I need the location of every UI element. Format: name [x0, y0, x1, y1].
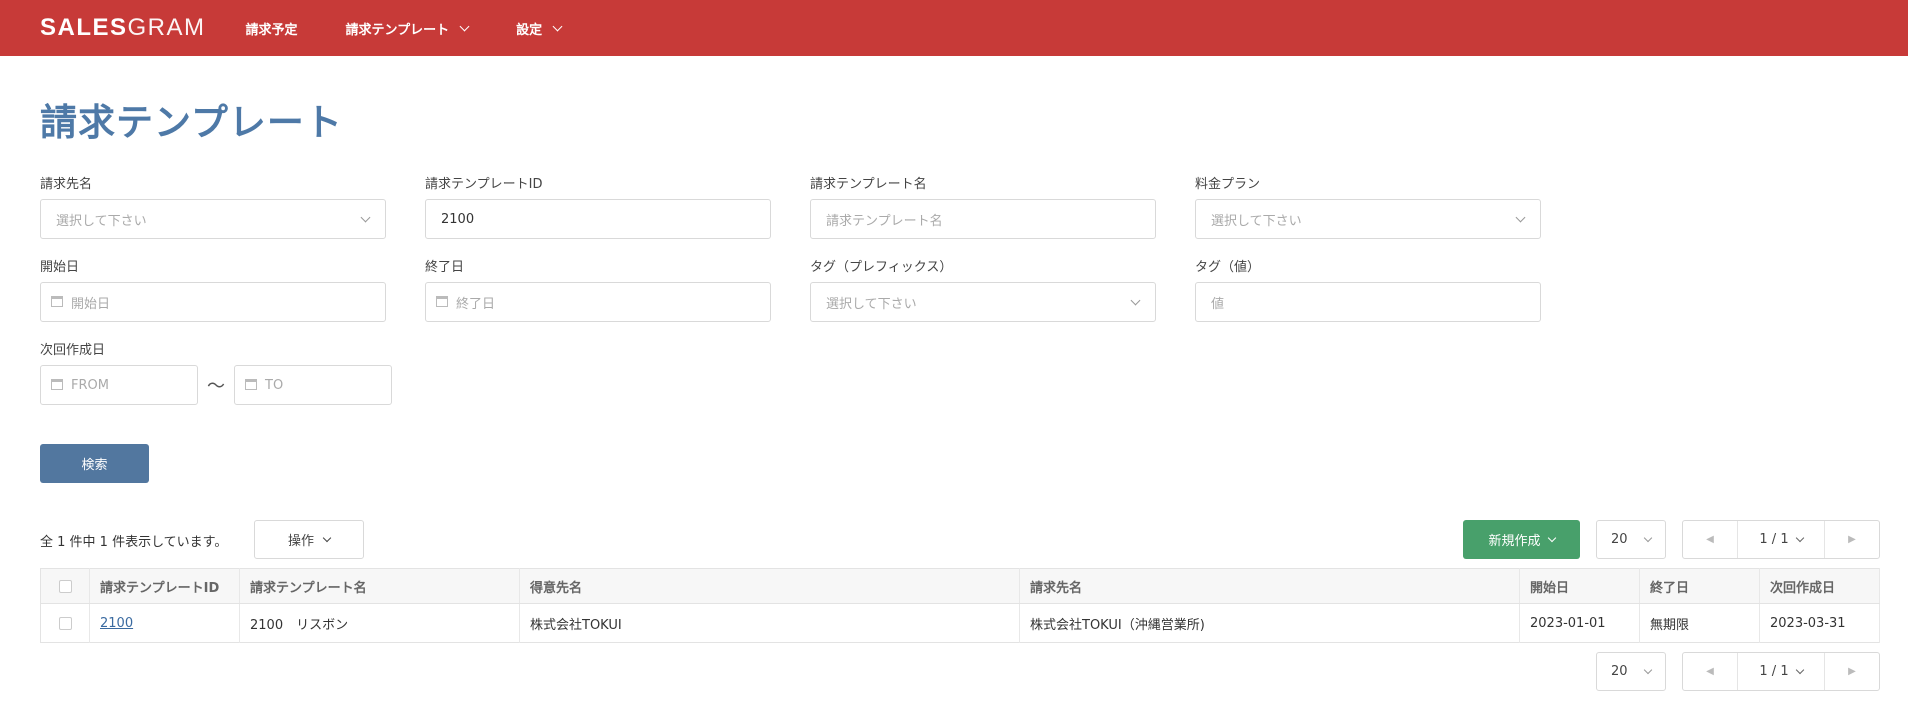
col-end-date[interactable]: 終了日: [1639, 568, 1760, 604]
tag-prefix-select[interactable]: 選択して下さい: [810, 282, 1156, 322]
col-next-date[interactable]: 次回作成日: [1759, 568, 1880, 604]
plan-label: 料金プラン: [1195, 177, 1261, 192]
salesgram-logo[interactable]: SALES GRAM: [40, 14, 206, 42]
select-all-cell: [40, 568, 90, 604]
end-date-input[interactable]: 終了日: [425, 282, 771, 322]
next-date-range: FROM 〜 TO: [40, 365, 392, 405]
chevron-down-icon: [459, 21, 470, 31]
chevron-down-icon: [552, 21, 563, 31]
template-id-link[interactable]: 2100: [100, 616, 133, 631]
select-all-checkbox[interactable]: [58, 579, 72, 593]
nav-settings-label: 設定: [516, 22, 543, 38]
per-page-value: 20: [1611, 664, 1628, 679]
row-checkbox[interactable]: [58, 616, 72, 630]
chevron-down-icon: [1643, 665, 1653, 675]
range-separator: 〜: [207, 376, 225, 397]
tag-value-label: タグ（値）: [1195, 260, 1261, 275]
template-id-value: 2100: [441, 211, 475, 227]
caret-right-icon[interactable]: ▶: [1825, 653, 1879, 690]
next-date-label: 次回作成日: [40, 343, 106, 358]
billing-to-label: 請求先名: [40, 177, 93, 192]
page-display: 1 / 1: [1759, 532, 1789, 547]
plan-select[interactable]: 選択して下さい: [1195, 199, 1541, 239]
search-button[interactable]: 検索: [40, 444, 149, 483]
caret-left-icon[interactable]: ◀: [1683, 653, 1737, 690]
cell-end-date: 無期限: [1639, 603, 1760, 643]
chevron-down-icon: [322, 533, 332, 542]
tag-value-input[interactable]: 値: [1195, 282, 1541, 322]
create-new-label: 新規作成: [1488, 534, 1541, 549]
nav-billing-template-label: 請求テンプレート: [345, 22, 450, 38]
per-page-select-bottom[interactable]: 20: [1596, 652, 1666, 691]
start-date-label: 開始日: [40, 260, 80, 275]
result-count: 全 1 件中 1 件表示しています。: [40, 535, 228, 550]
cell-template-name: 2100 リスボン: [239, 603, 520, 643]
calendar-icon: [51, 295, 63, 307]
create-new-button[interactable]: 新規作成: [1463, 520, 1580, 559]
calendar-icon: [51, 378, 63, 390]
chevron-down-icon: [1795, 533, 1804, 542]
calendar-icon: [436, 295, 448, 307]
start-date-placeholder: 開始日: [71, 296, 111, 312]
row-select-cell: [40, 603, 90, 643]
chevron-down-icon: [1643, 533, 1653, 543]
template-id-label: 請求テンプレートID: [425, 177, 543, 192]
chevron-down-icon: [1130, 295, 1141, 306]
col-template-id[interactable]: 請求テンプレートID: [89, 568, 240, 604]
billing-to-placeholder: 選択して下さい: [56, 213, 147, 229]
plan-placeholder: 選択して下さい: [1211, 213, 1302, 229]
template-name-placeholder: 請求テンプレート名: [826, 213, 943, 229]
start-date-input[interactable]: 開始日: [40, 282, 386, 322]
tag-value-placeholder: 値: [1211, 296, 1225, 312]
per-page-value: 20: [1611, 532, 1628, 547]
next-date-from-placeholder: FROM: [71, 377, 109, 393]
caret-left-icon[interactable]: ◀: [1683, 521, 1737, 558]
cell-start-date: 2023-01-01: [1519, 603, 1640, 643]
template-id-input[interactable]: 2100: [425, 199, 771, 239]
next-date-to-placeholder: TO: [265, 377, 284, 393]
nav-billing-template[interactable]: 請求テンプレート: [345, 19, 470, 38]
cell-billing-to: 株式会社TOKUI（沖縄営業所): [1019, 603, 1520, 643]
template-name-label: 請求テンプレート名: [810, 177, 927, 192]
top-navbar: SALES GRAM 請求予定 請求テンプレート 設定: [0, 0, 1908, 56]
next-date-from-input[interactable]: FROM: [40, 365, 198, 405]
tag-prefix-placeholder: 選択して下さい: [826, 296, 917, 312]
col-billing-to[interactable]: 請求先名: [1019, 568, 1520, 604]
template-name-input[interactable]: 請求テンプレート名: [810, 199, 1156, 239]
chevron-down-icon: [360, 212, 371, 223]
billing-to-select[interactable]: 選択して下さい: [40, 199, 386, 239]
page-select[interactable]: 1 / 1: [1737, 521, 1825, 558]
table-header-row: 請求テンプレートID 請求テンプレート名 得意先名 請求先名 開始日 終了日 次…: [40, 568, 1880, 604]
main-nav: 請求予定 請求テンプレート 設定: [246, 19, 610, 38]
cell-customer: 株式会社TOKUI: [519, 603, 1020, 643]
operations-label: 操作: [287, 534, 314, 549]
per-page-select-top[interactable]: 20: [1596, 520, 1666, 559]
cell-template-id: 2100: [89, 603, 240, 643]
page-title: 請求テンプレート: [40, 101, 343, 144]
nav-billing-schedule[interactable]: 請求予定: [246, 19, 298, 38]
end-date-placeholder: 終了日: [456, 296, 496, 312]
page-display: 1 / 1: [1759, 664, 1789, 679]
page-select[interactable]: 1 / 1: [1737, 653, 1825, 690]
search-form: 請求先名 選択して下さい 請求テンプレートID 2100 請求テンプレート名 請…: [40, 178, 1580, 427]
pagination-bottom: ◀ 1 / 1 ▶: [1682, 652, 1880, 691]
calendar-icon: [245, 378, 257, 390]
nav-billing-schedule-label: 請求予定: [245, 22, 298, 38]
chevron-down-icon: [1515, 212, 1526, 223]
cell-next-date: 2023-03-31: [1759, 603, 1880, 643]
next-date-to-input[interactable]: TO: [234, 365, 392, 405]
template-table: 請求テンプレートID 請求テンプレート名 得意先名 請求先名 開始日 終了日 次…: [40, 568, 1880, 643]
operations-dropdown-button[interactable]: 操作: [254, 520, 364, 559]
tag-prefix-label: タグ（プレフィックス）: [810, 260, 953, 275]
table-row: 2100 2100 リスボン 株式会社TOKUI 株式会社TOKUI（沖縄営業所…: [40, 603, 1880, 643]
pagination-top: ◀ 1 / 1 ▶: [1682, 520, 1880, 559]
caret-right-icon[interactable]: ▶: [1825, 521, 1879, 558]
chevron-down-icon: [1547, 533, 1556, 542]
col-start-date[interactable]: 開始日: [1519, 568, 1640, 604]
col-customer[interactable]: 得意先名: [519, 568, 1020, 604]
end-date-label: 終了日: [425, 260, 465, 275]
col-template-name[interactable]: 請求テンプレート名: [239, 568, 520, 604]
chevron-down-icon: [1795, 665, 1804, 674]
nav-settings[interactable]: 設定: [516, 19, 563, 38]
